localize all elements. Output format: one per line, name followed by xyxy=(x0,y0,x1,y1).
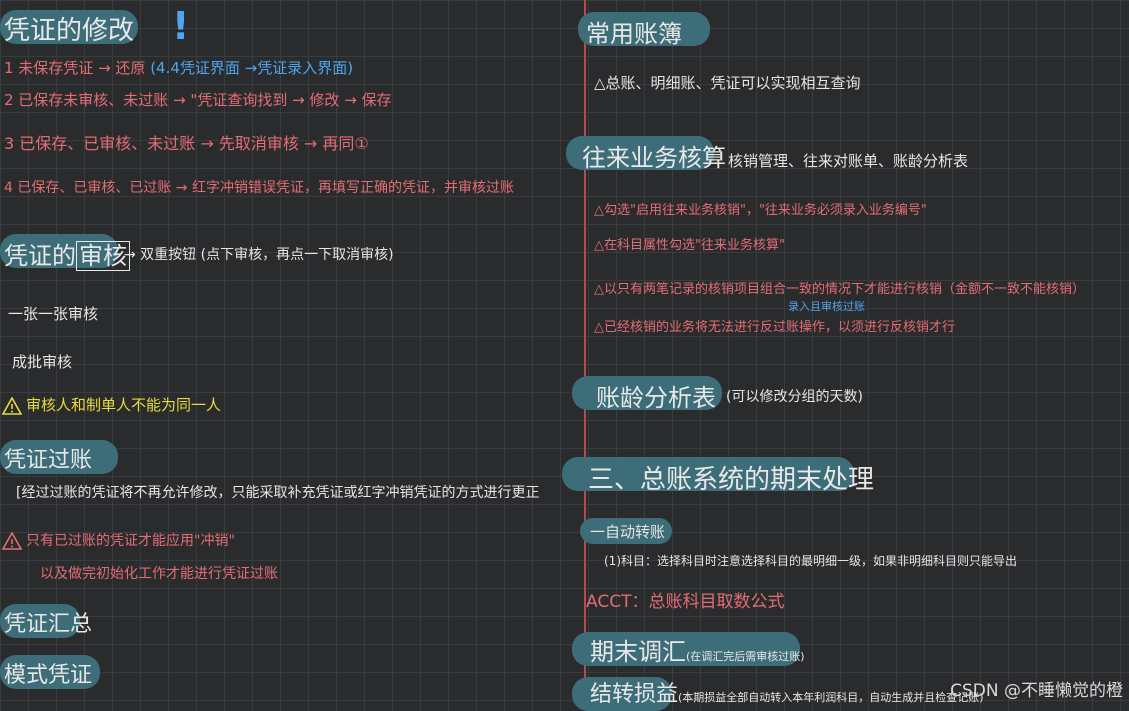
aging-note: (可以修改分组的天数) xyxy=(726,389,863,405)
section-title-posting: 凭证过账 xyxy=(4,448,93,473)
section-title-summary: 凭证汇总 xyxy=(4,612,93,637)
section-title-exchange: 期末调汇(在调汇完后需审核过账) xyxy=(590,638,805,666)
ledgers-desc: △总账、明细账、凭证可以实现相互查询 xyxy=(594,74,861,92)
edit-item-2: 2 已保存未审核、未过账 → "凭证查询找到 → 修改 → 保存 xyxy=(4,91,392,109)
ar-ap-item-4: △已经核销的业务将无法进行反过账操作，以须进行反核销才行 xyxy=(594,320,955,335)
section-title-pl-transfer: 结转损益(本期损益全部自动转入本年利润科目，自动生成并且检查记账) xyxy=(590,682,984,707)
left-column: 凭证的修改 ! 1 未保存凭证 → 还原 (4.4凭证界面 →凭证录入界面) 2… xyxy=(0,0,582,707)
ar-ap-blue-note: 录入且审核过账 xyxy=(788,300,865,313)
section-title-auto-transfer: 一自动转账 xyxy=(590,523,666,541)
ar-ap-item-2: △在科目属性勾选"往来业务核算" xyxy=(594,238,785,253)
audit-batch: 成批审核 xyxy=(12,353,73,371)
posting-desc: [经过过账的凭证将不再允许修改，只能采取补充凭证或红字冲销凭证的方式进行更正 xyxy=(16,485,540,501)
section-title-voucher-edit: 凭证的修改 xyxy=(4,16,135,46)
auto-transfer-line-2: ACCT：总账科目取数公式 xyxy=(586,592,785,612)
audit-desc: → 双重按钮 (点下审核，再点一下取消审核) xyxy=(124,247,394,263)
section-title-ar-ap: 往来业务核算 xyxy=(582,144,726,172)
audit-warning: 审核人和制单人不能为同一人 xyxy=(2,394,221,415)
auto-transfer-line-1: (1)科目：选择科目时注意选择科目的最明细一级，如果非明细科目则只能导出 xyxy=(604,554,1018,568)
right-column: 常用账簿 △总账、明细账、凭证可以实现相互查询 往来业务核算 核销管理、往来对账… xyxy=(562,0,1129,711)
edit-item-3: 3 已保存、已审核、未过账 → 先取消审核 → 再同① xyxy=(4,134,369,153)
ar-ap-item-1: △勾选"启用往来业务核销"，"往来业务必须录入业务编号" xyxy=(594,203,927,218)
pen-mark: ! xyxy=(172,4,190,48)
section-title-aging: 账龄分析表 xyxy=(596,384,716,412)
audit-box: 审核 xyxy=(76,241,130,271)
watermark: CSDN @不睡懒觉的橙 xyxy=(950,681,1123,701)
warning-icon xyxy=(2,532,22,550)
section-title-period-end: 三、总账系统的期末处理 xyxy=(588,465,875,495)
edit-item-4: 4 已保存、已审核、已过账 → 红字冲销错误凭证，再填写正确的凭证，并审核过账 xyxy=(4,180,514,196)
edit-item-1: 1 未保存凭证 → 还原 (4.4凭证界面 →凭证录入界面) xyxy=(4,59,354,77)
warning-icon xyxy=(2,396,22,415)
audit-one-by-one: 一张一张审核 xyxy=(8,305,99,323)
ar-ap-item-3: △以只有两笔记录的核销项目组合一致的情况下才能进行核销（金额不一致不能核销） xyxy=(594,282,1085,297)
posting-warning-1: 只有已过账的凭证才能应用"冲销" xyxy=(2,530,235,550)
section-title-template: 模式凭证 xyxy=(4,663,93,688)
section-title-voucher-audit: 凭证的 审核 xyxy=(4,236,130,271)
posting-warning-2: 以及做完初始化工作才能进行凭证过账 xyxy=(40,566,278,582)
section-title-ledgers: 常用账簿 xyxy=(586,20,682,48)
ar-ap-subtitle: 核销管理、往来对账单、账龄分析表 xyxy=(728,152,969,170)
